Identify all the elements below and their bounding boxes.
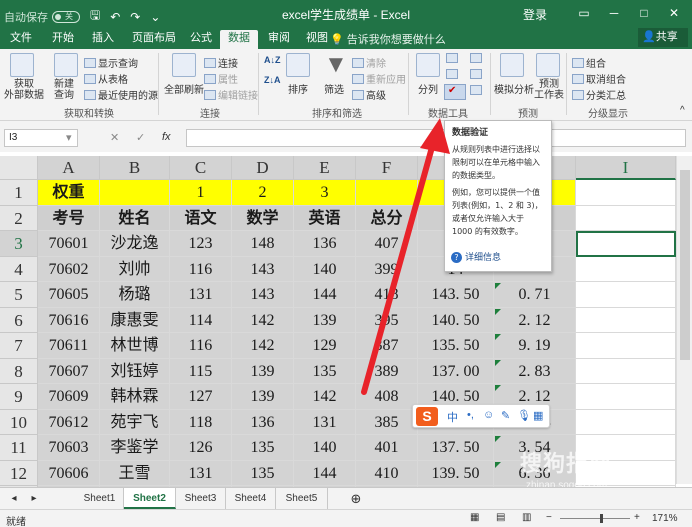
new-sheet-button[interactable]: ⊕ [346,488,366,509]
sogou-watermark: 搜狗指南 [520,451,613,476]
normal-view-icon[interactable]: ▦ [470,512,479,523]
ime-handwrite-icon[interactable]: ✎ [501,409,510,422]
status-bar: 就绪 ▦ ▤ ▥ − + 171% [0,509,692,527]
sheet-tab-5[interactable]: Sheet5 [276,488,328,509]
ime-emoji-icon[interactable]: ☺ [483,409,494,421]
sheet-tab-1[interactable]: Sheet1 [76,488,124,509]
prev-sheet-icon[interactable]: ◂ [4,488,24,509]
ime-punctuation-icon[interactable]: •, [467,409,474,421]
ime-voice-icon[interactable]: 🎙 [517,409,531,422]
zoom-in-icon[interactable]: + [634,512,640,523]
sheet-tab-bar: ◂ ▸ Sheet1 Sheet2 Sheet3 Sheet4 Sheet5 ⊕ [0,487,692,509]
ime-chinese-mode[interactable]: 中 [447,409,458,425]
sogou-logo-icon: S [416,407,438,426]
zoom-out-icon[interactable]: − [546,512,552,523]
zoom-slider[interactable] [560,518,630,519]
sheet-tab-3[interactable]: Sheet3 [176,488,226,509]
status-ready: 就绪 [6,517,26,527]
page-layout-view-icon[interactable]: ▤ [496,512,505,523]
zoom-level[interactable]: 171% [652,513,678,524]
ime-toolbox-icon[interactable]: ▦ [533,409,543,422]
sheet-tab-2[interactable]: Sheet2 [124,488,176,509]
next-sheet-icon[interactable]: ▸ [24,488,44,509]
page-break-view-icon[interactable]: ▥ [522,512,531,523]
zoom-slider-thumb[interactable] [600,514,603,523]
sheet-tab-4[interactable]: Sheet4 [226,488,276,509]
sogou-ime-toolbar[interactable]: S 中 •, ☺ ✎ 🎙 ▦ [412,404,550,428]
